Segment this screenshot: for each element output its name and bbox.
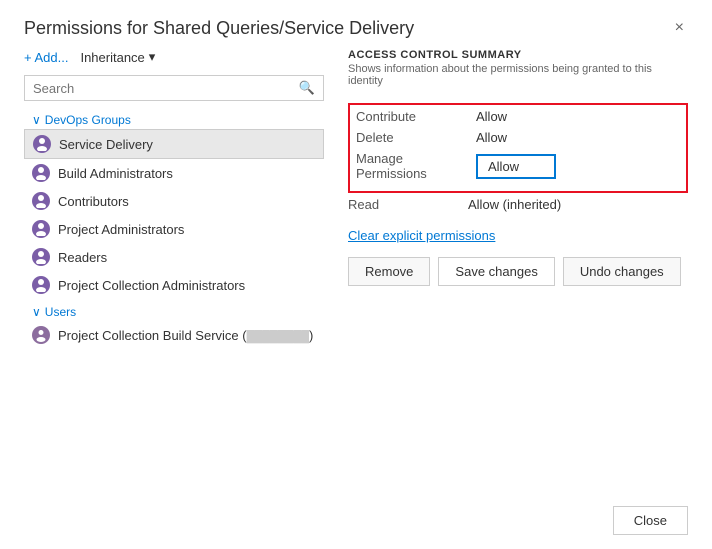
acs-header: ACCESS CONTROL SUMMARY Shows information… — [348, 49, 688, 87]
perm-manage-label: Manage Permissions — [356, 151, 476, 181]
users-label[interactable]: ∨ Users — [24, 299, 324, 321]
dialog-footer: Close — [0, 492, 712, 549]
avatar — [32, 220, 50, 238]
toolbar: + Add... Inheritance ▾ — [24, 49, 324, 65]
list-item-project-collection-build[interactable]: Project Collection Build Service (██████… — [24, 321, 324, 349]
acs-title: ACCESS CONTROL SUMMARY — [348, 49, 688, 61]
dialog-header: Permissions for Shared Queries/Service D… — [0, 0, 712, 49]
right-panel: ACCESS CONTROL SUMMARY Shows information… — [324, 49, 688, 492]
inheritance-label: Inheritance — [80, 50, 144, 65]
list-item-project-admins[interactable]: Project Administrators — [24, 215, 324, 243]
perm-delete-value: Allow — [476, 130, 507, 145]
search-box[interactable]: 🔍 — [24, 75, 324, 101]
search-icon: 🔍 — [299, 80, 315, 96]
list-item-service-delivery[interactable]: Service Delivery — [24, 129, 324, 159]
inheritance-button[interactable]: Inheritance ▾ — [80, 49, 155, 65]
perm-delete-label: Delete — [356, 130, 476, 145]
list-item-label: Project Collection Build Service (██████… — [58, 328, 313, 343]
dialog-body: + Add... Inheritance ▾ 🔍 ∨ DevOps Groups — [0, 49, 712, 492]
close-icon[interactable]: × — [671, 18, 688, 38]
avatar — [32, 276, 50, 294]
left-panel: + Add... Inheritance ▾ 🔍 ∨ DevOps Groups — [24, 49, 324, 492]
clear-explicit-permissions-link[interactable]: Clear explicit permissions — [348, 228, 688, 243]
list-item-readers[interactable]: Readers — [24, 243, 324, 271]
list-item-label: Project Collection Administrators — [58, 278, 245, 293]
perm-manage-value[interactable]: Allow — [476, 154, 556, 179]
avatar — [32, 248, 50, 266]
close-button[interactable]: Close — [613, 506, 688, 535]
perm-contribute-label: Contribute — [356, 109, 476, 124]
list-item-label: Project Administrators — [58, 222, 184, 237]
devops-groups-text: DevOps Groups — [45, 113, 131, 127]
search-input[interactable] — [33, 81, 299, 96]
avatar — [33, 135, 51, 153]
list-item-label: Build Administrators — [58, 166, 173, 181]
perm-contribute-value: Allow — [476, 109, 507, 124]
list-item-contributors[interactable]: Contributors — [24, 187, 324, 215]
permission-row-read: Read Allow (inherited) — [348, 197, 688, 212]
permission-row-contribute: Contribute Allow — [356, 109, 680, 124]
list-item-label: Contributors — [58, 194, 129, 209]
highlighted-permissions-group: Contribute Allow Delete Allow Manage Per… — [348, 103, 688, 193]
acs-subtitle: Shows information about the permissions … — [348, 63, 688, 87]
permissions-table: Contribute Allow Delete Allow Manage Per… — [348, 103, 688, 218]
devops-groups-label[interactable]: ∨ DevOps Groups — [24, 109, 324, 129]
permissions-dialog: Permissions for Shared Queries/Service D… — [0, 0, 712, 549]
undo-changes-button[interactable]: Undo changes — [563, 257, 681, 286]
permission-row-delete: Delete Allow — [356, 130, 680, 145]
avatar — [32, 164, 50, 182]
list-item-label: Readers — [58, 250, 107, 265]
avatar — [32, 192, 50, 210]
list-item-label: Service Delivery — [59, 137, 153, 152]
action-buttons: Remove Save changes Undo changes — [348, 257, 688, 286]
inheritance-arrow-icon: ▾ — [149, 49, 156, 65]
perm-read-label: Read — [348, 197, 468, 212]
list-item-build-admins[interactable]: Build Administrators — [24, 159, 324, 187]
avatar-user — [32, 326, 50, 344]
users-collapse-icon: ∨ — [32, 305, 41, 319]
save-changes-button[interactable]: Save changes — [438, 257, 554, 286]
users-label-text: Users — [45, 305, 76, 319]
permission-row-manage: Manage Permissions Allow — [356, 151, 680, 181]
dialog-title: Permissions for Shared Queries/Service D… — [24, 18, 414, 39]
list-item-project-collection-admins[interactable]: Project Collection Administrators — [24, 271, 324, 299]
devops-collapse-icon: ∨ — [32, 113, 41, 127]
add-button[interactable]: + Add... — [24, 50, 68, 65]
perm-read-value: Allow (inherited) — [468, 197, 561, 212]
remove-button[interactable]: Remove — [348, 257, 430, 286]
